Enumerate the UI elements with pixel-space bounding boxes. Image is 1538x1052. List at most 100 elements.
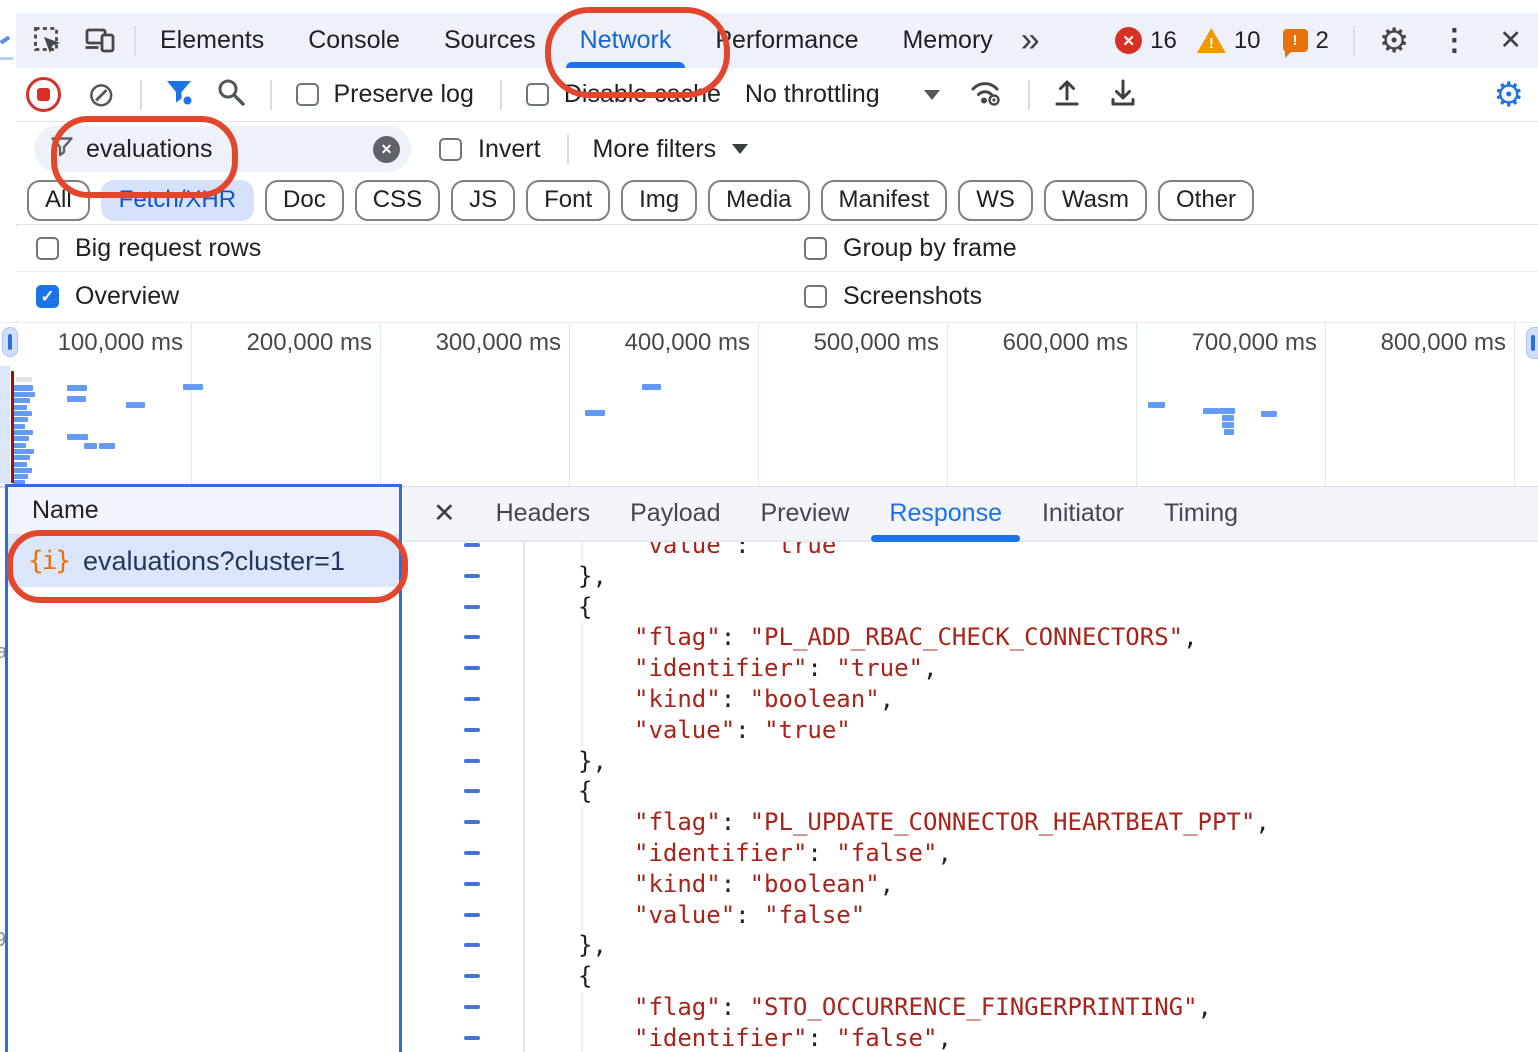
filter-input[interactable]: evaluations ✕ (34, 126, 411, 172)
more-filters-button[interactable]: More filters (593, 135, 717, 164)
invert-label[interactable]: Invert (478, 135, 541, 164)
warning-icon[interactable]: ! (1197, 28, 1226, 53)
fold-marker-icon[interactable] (464, 943, 480, 947)
response-source-viewer[interactable]: "value": "true" }, { "flag": "PL_ADD_RBA… (403, 530, 1538, 1052)
panel-tab[interactable]: Elements (158, 13, 266, 68)
fold-marker-icon[interactable] (464, 543, 480, 547)
fold-marker-icon[interactable] (464, 882, 480, 886)
overview-handle-right[interactable] (1526, 327, 1538, 359)
record-network-log-button[interactable] (26, 77, 61, 112)
screenshots-label[interactable]: Screenshots (843, 282, 982, 311)
invert-checkbox[interactable] (439, 138, 462, 161)
filter-input-value[interactable]: evaluations (86, 135, 212, 164)
panel-tab[interactable]: Network (578, 13, 674, 68)
fold-marker-icon[interactable] (464, 666, 480, 670)
clear-network-log-icon[interactable]: ⊘ (87, 78, 116, 112)
fold-marker-icon[interactable] (464, 974, 480, 978)
request-bar (1203, 408, 1219, 414)
detail-tab[interactable]: Headers (496, 487, 591, 540)
network-conditions-icon[interactable] (970, 77, 1002, 112)
timeline-column: 100,000 ms (0, 323, 192, 486)
inspect-element-icon[interactable] (26, 19, 70, 63)
more-filters-caret-icon[interactable] (732, 144, 748, 154)
timeline-column: 500,000 ms (759, 323, 948, 486)
resource-chip[interactable]: Img (621, 180, 697, 221)
disable-cache-checkbox[interactable] (526, 83, 549, 106)
resource-chip[interactable]: Media (708, 180, 809, 221)
fold-marker-icon[interactable] (464, 574, 480, 578)
resource-chip[interactable]: Fetch/XHR (101, 180, 254, 221)
group-by-frame-label[interactable]: Group by frame (843, 234, 1017, 263)
network-overview-timeline[interactable]: 100,000 ms200,000 ms300,000 ms400,000 ms… (0, 322, 1538, 488)
resource-chip[interactable]: WS (958, 180, 1033, 221)
throttling-select[interactable]: No throttling (745, 80, 880, 109)
fold-marker-icon[interactable] (464, 697, 480, 701)
search-icon[interactable] (216, 77, 246, 112)
fold-marker-icon[interactable] (464, 789, 480, 793)
resource-chip[interactable]: JS (451, 180, 515, 221)
close-devtools-icon[interactable]: ✕ (1499, 25, 1522, 56)
fold-marker-icon[interactable] (464, 605, 480, 609)
error-icon[interactable]: ✕ (1115, 27, 1142, 54)
settings-gear-icon[interactable]: ⚙ (1379, 24, 1409, 58)
fold-marker-icon[interactable] (464, 1036, 480, 1040)
detail-tab[interactable]: Response (889, 487, 1002, 540)
fold-marker-icon[interactable] (464, 1005, 480, 1009)
name-column-header[interactable]: Name (8, 487, 399, 535)
detail-tab[interactable]: Preview (760, 487, 849, 540)
preserve-log-checkbox[interactable] (296, 83, 319, 106)
resource-chip[interactable]: Manifest (821, 180, 948, 221)
code-line: { (403, 592, 1538, 623)
request-bar (13, 455, 30, 460)
panel-tab[interactable]: Sources (442, 13, 538, 68)
fold-marker-icon[interactable] (464, 851, 480, 855)
request-bar (13, 424, 25, 429)
resource-chip[interactable]: Font (526, 180, 610, 221)
detail-tab[interactable]: Initiator (1042, 487, 1124, 540)
network-toolbar: ⊘ Preserve log Disable cache No throttli… (16, 68, 1538, 122)
panel-tabs: Elements Console Sources Network Performance… (158, 13, 995, 68)
panel-tab[interactable]: Console (306, 13, 402, 68)
request-row-selected[interactable]: {i} evaluations?cluster=1 (8, 535, 399, 587)
fold-marker-icon[interactable] (464, 635, 480, 639)
panel-tab[interactable]: Memory (900, 13, 994, 68)
preserve-log-label[interactable]: Preserve log (334, 80, 474, 109)
throttling-caret-icon[interactable] (924, 90, 940, 100)
overview-handle-left[interactable] (2, 327, 18, 357)
overview-label[interactable]: Overview (75, 282, 179, 311)
resource-chip[interactable]: Other (1158, 180, 1254, 221)
more-tabs-icon[interactable]: » (1021, 21, 1040, 60)
device-toolbar-icon[interactable] (78, 19, 122, 63)
overview-checkbox[interactable] (36, 285, 59, 308)
fold-marker-icon[interactable] (464, 759, 480, 763)
detail-tab[interactable]: Payload (630, 487, 720, 540)
request-bar (1222, 422, 1234, 428)
screenshots-checkbox[interactable] (804, 285, 827, 308)
request-bar (13, 398, 30, 403)
panel-tab[interactable]: Performance (713, 13, 860, 68)
overflow-menu-icon[interactable]: ⋮ (1439, 23, 1469, 58)
code-line: { (403, 961, 1538, 992)
disable-cache-label[interactable]: Disable cache (564, 80, 721, 109)
group-by-frame-checkbox[interactable] (804, 237, 827, 260)
fold-marker-icon[interactable] (464, 913, 480, 917)
import-har-icon[interactable] (1052, 77, 1082, 112)
json-request-icon: {i} (28, 546, 69, 576)
fold-marker-icon[interactable] (464, 820, 480, 824)
resource-chip[interactable]: CSS (355, 180, 440, 221)
export-har-icon[interactable] (1108, 77, 1138, 112)
close-detail-icon[interactable]: ✕ (433, 498, 456, 529)
detail-tab[interactable]: Timing (1164, 487, 1238, 540)
options-row-2: Overview Screenshots (16, 272, 1538, 321)
filter-toggle-icon[interactable] (164, 77, 194, 112)
resource-chip[interactable]: Wasm (1044, 180, 1147, 221)
network-settings-gear-icon[interactable]: ⚙ (1494, 78, 1524, 112)
big-request-rows-label[interactable]: Big request rows (75, 234, 261, 263)
timeline-column: 200,000 ms (192, 323, 381, 486)
resource-chip[interactable]: All (27, 180, 90, 221)
issues-icon[interactable]: ! (1283, 29, 1308, 52)
big-request-rows-checkbox[interactable] (36, 237, 59, 260)
clear-filter-icon[interactable]: ✕ (373, 136, 400, 163)
resource-chip[interactable]: Doc (265, 180, 344, 221)
fold-marker-icon[interactable] (464, 728, 480, 732)
